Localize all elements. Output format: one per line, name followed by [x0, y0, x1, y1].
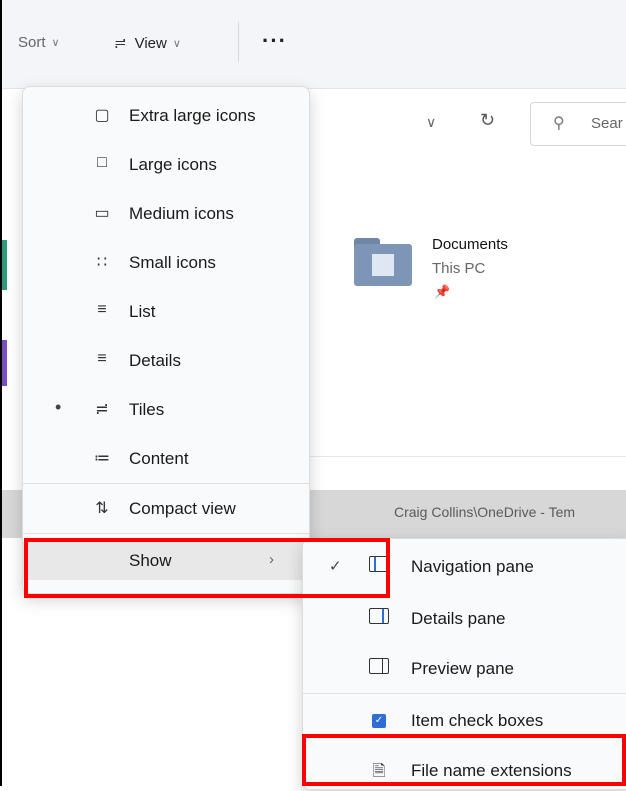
menu-item-label: List [129, 302, 156, 321]
toolbar: Sort ∨ ≓ View ∨ ··· [2, 0, 626, 89]
small-icons-icon: ∷ [96, 254, 108, 271]
documents-folder-icon[interactable] [354, 238, 412, 288]
menu-item-label: Content [129, 449, 189, 468]
menu-item-medium-icons[interactable]: ▭ Medium icons [23, 195, 309, 233]
path-text: Craig Collins\OneDrive - Tem [394, 504, 576, 520]
highlight-file-name-extensions [302, 734, 626, 786]
menu-item-label: Preview pane [411, 659, 515, 678]
divider [302, 456, 626, 457]
view-label: View [134, 34, 167, 52]
menu-item-compact-view[interactable]: ⇅ Compact view [23, 490, 309, 528]
content-icon: ≔ [94, 450, 110, 467]
view-button[interactable]: ≓ View ∨ [114, 34, 181, 53]
menu-divider [23, 533, 309, 534]
menu-item-label: Large icons [129, 155, 217, 174]
large-icons-icon: □ [97, 154, 107, 171]
menu-item-details[interactable]: ≡ Details [23, 342, 309, 380]
preview-pane-icon [367, 658, 391, 679]
item-title[interactable]: Documents [432, 236, 508, 253]
address-bar-area: ∨ ↻ ⚲ Sear [300, 96, 626, 152]
menu-item-label: Small icons [129, 253, 216, 272]
details-icon: ≡ [97, 350, 107, 367]
app-tile-edge [2, 340, 7, 386]
menu-item-large-icons[interactable]: □ Large icons [23, 146, 309, 184]
menu-item-content[interactable]: ≔ Content [23, 440, 309, 478]
tiles-icon: ≓ [95, 401, 109, 418]
menu-divider [23, 483, 309, 484]
menu-item-label: Details [129, 351, 181, 370]
refresh-icon[interactable]: ↻ [480, 110, 495, 131]
more-options-button[interactable]: ··· [262, 28, 287, 54]
search-input[interactable]: ⚲ Sear [530, 102, 626, 146]
search-placeholder: Sear [591, 115, 623, 132]
menu-item-label: Extra large icons [129, 106, 256, 125]
menu-item-small-icons[interactable]: ∷ Small icons [23, 244, 309, 282]
menu-item-label: Navigation pane [411, 557, 534, 576]
highlight-show-item [24, 538, 390, 598]
menu-item-label: Medium icons [129, 204, 234, 223]
menu-item-label: Details pane [411, 609, 506, 628]
app-tile-edge [2, 240, 7, 290]
menu-divider [303, 693, 626, 694]
sort-button[interactable]: Sort ∨ [18, 34, 60, 51]
address-history-chevron-icon[interactable]: ∨ [426, 114, 436, 131]
menu-item-list[interactable]: ≡ List [23, 293, 309, 331]
menu-item-label: Compact view [129, 499, 236, 518]
extra-large-icons-icon: ▢ [94, 107, 110, 124]
chevron-down-icon: ∨ [51, 37, 60, 49]
toolbar-divider [238, 22, 239, 62]
selected-bullet-icon: • [55, 397, 62, 417]
search-icon: ⚲ [553, 115, 565, 132]
medium-icons-icon: ▭ [94, 205, 110, 222]
checkbox-icon: ✓ [367, 710, 391, 728]
list-icon: ≡ [97, 301, 107, 318]
menu-item-tiles[interactable]: • ≓ Tiles [23, 391, 309, 429]
menu-item-label: Item check boxes [411, 711, 544, 730]
sort-label: Sort [18, 34, 46, 51]
view-menu: ▢ Extra large icons □ Large icons ▭ Medi… [22, 86, 310, 594]
pin-icon: 📌 [434, 284, 451, 299]
menu-item-extra-large-icons[interactable]: ▢ Extra large icons [23, 97, 309, 135]
item-subtitle: This PC [432, 260, 486, 277]
menu-item-details-pane[interactable]: Details pane [303, 599, 626, 639]
menu-item-preview-pane[interactable]: Preview pane [303, 649, 626, 689]
view-icon: ≓ [114, 35, 127, 52]
details-pane-icon [367, 608, 391, 629]
chevron-down-icon: ∨ [172, 37, 181, 50]
menu-item-label: Tiles [129, 400, 165, 419]
compact-view-icon: ⇅ [95, 500, 109, 517]
